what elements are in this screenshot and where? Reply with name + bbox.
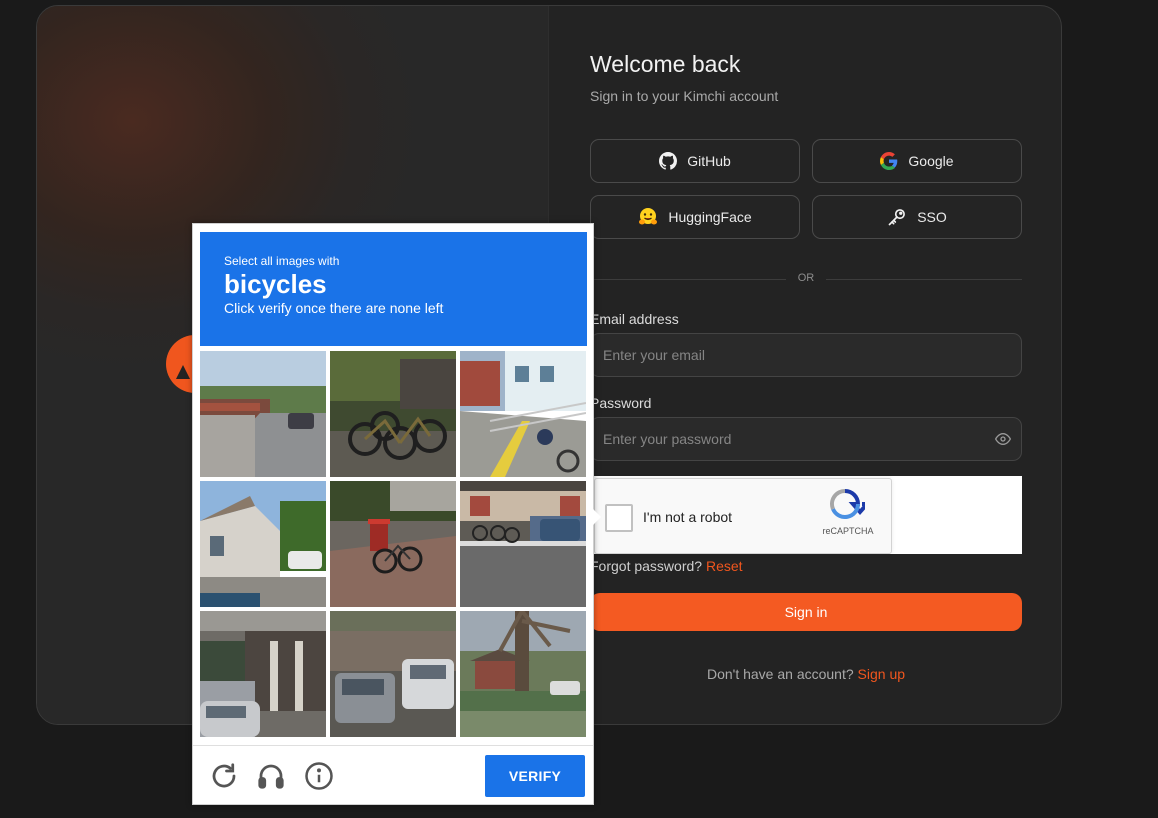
forgot-text: Forgot password? [590, 558, 703, 574]
huggingface-label: HuggingFace [668, 209, 752, 225]
challenge-pointer [593, 509, 601, 525]
sign-in-button[interactable]: Sign in [590, 593, 1022, 631]
github-label: GitHub [687, 153, 731, 169]
sso-label: SSO [917, 209, 947, 225]
recaptcha-widget: I'm not a robot reCAPTCHA [594, 478, 892, 554]
challenge-tile-2[interactable] [330, 351, 456, 477]
challenge-tile-9[interactable] [460, 611, 586, 737]
google-label: Google [908, 153, 954, 169]
challenge-tile-8[interactable] [330, 611, 456, 737]
password-field-wrapper [590, 417, 1022, 461]
info-icon[interactable] [304, 761, 334, 791]
challenge-tile-6[interactable] [460, 481, 586, 607]
challenge-grid [200, 351, 587, 738]
challenge-tile-7[interactable] [200, 611, 326, 737]
email-label: Email address [590, 311, 679, 327]
reload-icon[interactable] [209, 761, 239, 791]
sso-button[interactable]: SSO [812, 195, 1022, 239]
challenge-tile-5[interactable] [330, 481, 456, 607]
divider-text: OR [797, 272, 815, 284]
challenge-instruction: Select all images with [224, 254, 340, 268]
challenge-tile-1[interactable] [200, 351, 326, 477]
verify-button[interactable]: VERIFY [485, 755, 585, 797]
email-field[interactable] [603, 347, 1009, 363]
eye-icon[interactable] [994, 431, 1012, 452]
signup-row: Don't have an account? Sign up [590, 666, 1022, 682]
github-button[interactable]: GitHub [590, 139, 800, 183]
challenge-header: Select all images with bicycles Click ve… [200, 232, 587, 346]
page-title: Welcome back [590, 51, 741, 77]
challenge-tile-3[interactable] [460, 351, 586, 477]
email-field-wrapper [590, 333, 1022, 377]
huggingface-button[interactable]: HuggingFace [590, 195, 800, 239]
reset-link[interactable]: Reset [706, 558, 743, 574]
google-icon [880, 152, 898, 170]
forgot-password: Forgot password? Reset [590, 558, 743, 574]
password-label: Password [590, 395, 652, 411]
recaptcha-label: I'm not a robot [643, 509, 733, 525]
google-button[interactable]: Google [812, 139, 1022, 183]
recaptcha-logo-icon [825, 487, 872, 523]
github-icon [659, 152, 678, 170]
password-field[interactable] [603, 431, 1009, 447]
signup-link[interactable]: Sign up [858, 666, 905, 682]
challenge-footer: VERIFY [193, 745, 593, 805]
recaptcha-checkbox[interactable] [605, 504, 633, 532]
challenge-target: bicycles [224, 269, 327, 299]
challenge-tile-4[interactable] [200, 481, 326, 607]
challenge-hint: Click verify once there are none left [224, 300, 444, 316]
or-divider: OR [590, 272, 1022, 286]
huggingface-icon [638, 207, 658, 227]
login-form: Welcome back Sign in to your Kimchi acco… [590, 6, 1022, 724]
headphones-icon[interactable] [256, 761, 286, 791]
signup-text: Don't have an account? [706, 666, 854, 682]
recaptcha-brand: reCAPTCHA [822, 526, 874, 536]
key-icon [887, 207, 907, 227]
captcha-challenge: Select all images with bicycles Click ve… [192, 223, 601, 805]
page-subtitle: Sign in to your Kimchi account [590, 88, 779, 104]
